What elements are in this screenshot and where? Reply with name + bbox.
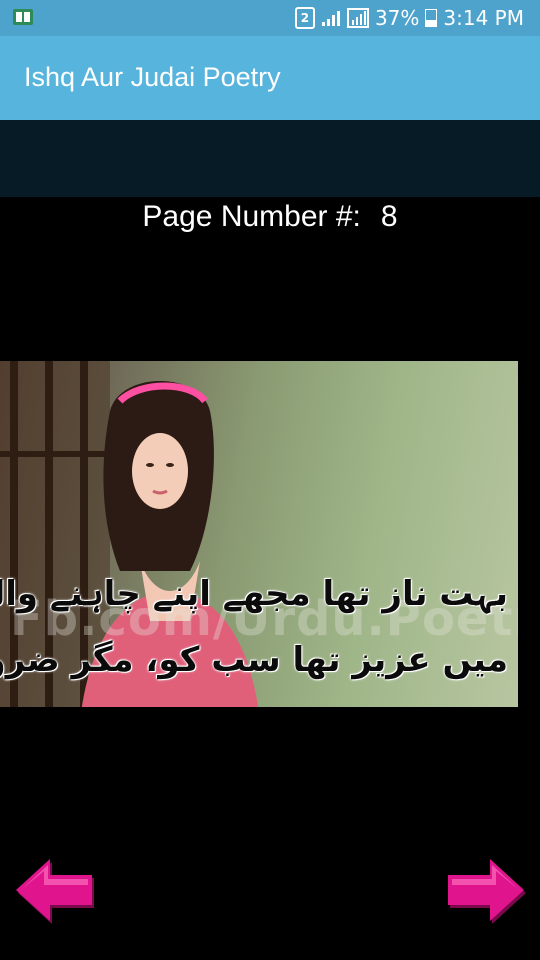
face-graphic xyxy=(132,433,188,509)
previous-page-button[interactable] xyxy=(14,855,94,925)
page-number-value: 8 xyxy=(380,200,398,233)
book-app-icon xyxy=(13,9,33,25)
next-page-button[interactable] xyxy=(446,855,526,925)
clock: 3:14 PM xyxy=(443,6,524,30)
page-number-label: Page Number #: xyxy=(142,200,361,233)
poetry-line-1: بہت ناز تھا مجھے اپنے چاہنے والوں پر xyxy=(0,574,508,614)
app-title: Ishq Aur Judai Poetry xyxy=(24,62,281,92)
poetry-image: Fb.com/Urdu.Poetry بہت ناز تھا مجھے اپنے… xyxy=(0,361,518,707)
app-bar: Ishq Aur Judai Poetry xyxy=(0,36,540,120)
status-bar: 2 37% 3:14 PM xyxy=(0,0,540,36)
sim-slot-badge: 2 xyxy=(294,7,315,29)
battery-percent: 37% xyxy=(374,6,420,30)
poetry-line-2: میں عزیز تھا سب کو، مگر ضرورتوں کے لئے xyxy=(0,640,508,680)
ad-banner-area xyxy=(0,120,540,197)
battery-icon xyxy=(425,9,438,27)
signal-boxed-icon xyxy=(346,8,369,28)
status-indicators: 2 37% 3:14 PM xyxy=(294,0,524,36)
signal-icon xyxy=(321,11,340,26)
arrow-right-icon xyxy=(448,859,526,924)
page-number: Page Number #: 8 xyxy=(0,200,540,234)
arrow-left-icon xyxy=(16,859,94,924)
